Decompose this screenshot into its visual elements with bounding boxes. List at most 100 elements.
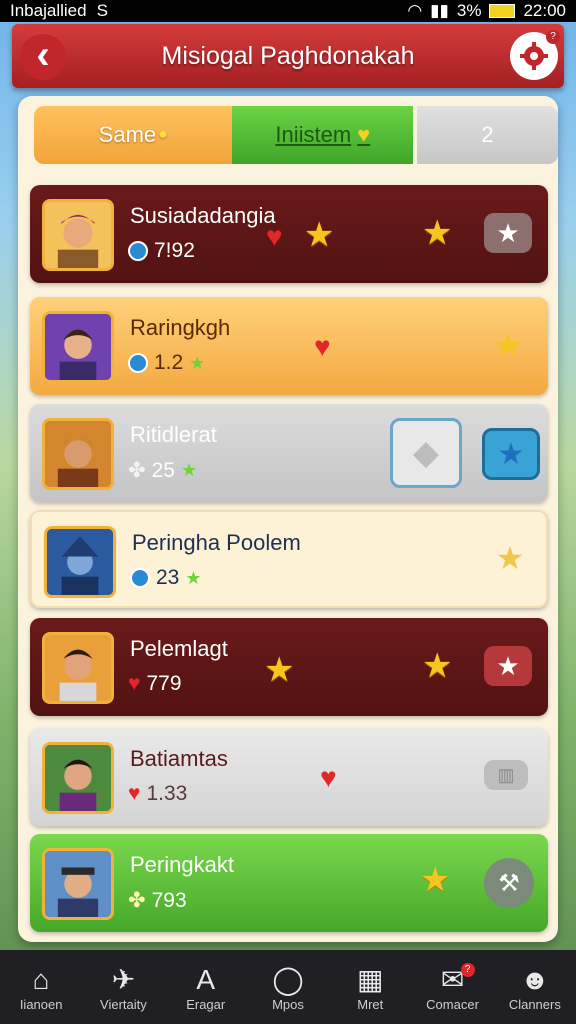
nav-label: Mret — [357, 996, 384, 1012]
star-icon: ★ — [264, 651, 295, 689]
avatar — [42, 742, 114, 814]
player-stat: ♥ 779 — [128, 672, 182, 696]
gear-icon — [520, 42, 548, 70]
player-name: Pelemlagt — [130, 636, 228, 661]
list-item[interactable]: Ritidlerat ✤ 25 ★ ◆ ★ — [30, 404, 548, 502]
player-stat: 23 ★ — [130, 566, 202, 590]
player-name: Raringkgh — [130, 315, 231, 340]
star-icon: ★ — [420, 861, 451, 899]
list-item[interactable]: Batiamtas ♥ 1.33 ♥ ▥ — [30, 728, 548, 826]
player-stat: 7!92 — [128, 239, 195, 263]
rocket-icon: ✈ — [111, 963, 136, 995]
avatar — [44, 526, 116, 598]
favorite-button[interactable]: ★ — [484, 213, 532, 253]
tab-iniistem[interactable]: Iniistem ♥ — [232, 106, 414, 164]
heart-icon: ♥ — [128, 672, 141, 695]
player-stat: ♥ 1.33 — [128, 782, 187, 806]
back-arrow-icon: ‹ — [36, 33, 50, 77]
tab-label: 2 — [481, 122, 494, 147]
player-name: Batiamtas — [130, 746, 228, 771]
star-icon: ★ — [497, 437, 525, 471]
tab-label: Same — [98, 122, 157, 147]
heart-icon: ♥ — [266, 221, 283, 252]
item-box-button[interactable]: ◆ — [390, 418, 462, 488]
nav-variety[interactable]: ✈ Viertaity — [83, 963, 163, 1012]
heart-icon: ♥ — [320, 762, 337, 793]
page-title: Misiogal Paghdonakah — [161, 41, 415, 70]
nav-label: Mpos — [272, 996, 304, 1012]
star-icon: ★ — [496, 217, 520, 248]
list-item[interactable]: Raringkgh 1.2 ★ ♥ ★ — [30, 297, 548, 395]
more-button[interactable]: ▥ — [484, 760, 528, 790]
list-item[interactable]: Susiadadangia 7!92 ♥ ★ ★ ★ — [30, 185, 548, 283]
stat-value: 793 — [151, 888, 187, 912]
avatar — [42, 632, 114, 704]
player-name: Susiadadangia — [130, 203, 276, 228]
battery-icon — [489, 4, 516, 18]
notification-badge: ? — [460, 962, 475, 977]
list-item[interactable]: Peringkakt ✤ 793 ★ ⚒ — [30, 834, 548, 932]
star-icon: ★ — [304, 216, 335, 254]
clover-icon: ✤ — [128, 459, 146, 482]
letter-a-icon: A — [196, 963, 216, 995]
stat-value: 779 — [146, 672, 182, 695]
ticket-icon: ▥ — [497, 764, 515, 785]
green-star-icon: ★ — [189, 352, 206, 373]
star-icon: ★ — [422, 214, 453, 252]
nav-comacer[interactable]: ✉ ? Comacer — [413, 962, 493, 1012]
heart-icon: ♥ — [314, 331, 331, 362]
action-button[interactable]: ⚒ — [484, 858, 534, 908]
tab-label: Iniistem — [275, 122, 352, 147]
clock: 22:00 — [523, 1, 566, 20]
nav-label: Clanners — [508, 996, 561, 1012]
status-carrier-mark: S — [96, 1, 108, 20]
nav-label: Comacer — [426, 996, 479, 1012]
settings-button[interactable]: ? — [510, 30, 560, 80]
player-stat: ✤ 793 — [128, 888, 187, 913]
grid-icon: ▦ — [357, 963, 384, 995]
nav-label: Eragar — [186, 996, 226, 1012]
chat-icon: ◯ — [272, 963, 304, 995]
list-item[interactable]: Peringha Poolem 23 ★ ★ — [30, 510, 548, 608]
nav-eragar[interactable]: A Eragar — [166, 963, 246, 1012]
battery-percent: 3% — [456, 1, 482, 20]
heart-icon: ♥ — [128, 782, 141, 805]
nav-mret[interactable]: ▦ Mret — [330, 963, 410, 1012]
settings-badge: ? — [546, 30, 560, 44]
nav-home[interactable]: ⌂ Iianoen — [1, 963, 81, 1012]
favorite-button[interactable]: ★ — [482, 428, 540, 480]
favorite-button[interactable]: ★ — [484, 325, 532, 365]
green-star-icon: ★ — [185, 567, 202, 588]
player-name: Ritidlerat — [130, 422, 217, 447]
status-bar: Inbajallied S ◠ ▮▮ 3% 22:00 — [0, 0, 576, 22]
home-icon: ⌂ — [32, 963, 50, 995]
signal-icon: ▮▮ — [430, 1, 449, 20]
avatar — [42, 199, 114, 271]
favorite-button[interactable]: ★ — [484, 646, 532, 686]
gem-icon — [130, 568, 150, 588]
coin-icon: ● — [158, 126, 168, 143]
stat-value: 7!92 — [154, 239, 195, 262]
stat-value: 1.2 — [154, 351, 184, 374]
stat-value: 1.33 — [146, 782, 188, 805]
clover-icon: ✤ — [128, 889, 146, 912]
gem-icon — [128, 353, 148, 373]
list-item[interactable]: Pelemlagt ♥ 779 ★ ★ ★ — [30, 618, 548, 716]
player-name: Peringkakt — [130, 852, 234, 877]
favorite-button[interactable]: ★ — [486, 538, 534, 578]
tab-same[interactable]: Same ● — [34, 106, 233, 164]
heart-icon: ♥ — [357, 122, 371, 147]
avatar — [42, 848, 114, 920]
back-button[interactable]: ‹ — [20, 34, 66, 80]
tab-count[interactable]: 2 — [417, 106, 558, 164]
player-stat: 1.2 ★ — [128, 351, 205, 375]
wifi-icon: ◠ — [407, 1, 423, 20]
player-name: Peringha Poolem — [132, 530, 301, 555]
nav-mpos[interactable]: ◯ Mpos — [248, 963, 328, 1012]
nav-clanners[interactable]: ☻ Clanners — [495, 963, 575, 1012]
status-left-text: Inbajallied — [10, 1, 87, 20]
main-panel: Same ● Iniistem ♥ 2 Susiadadangia 7!92 ♥… — [18, 96, 558, 942]
star-icon: ★ — [496, 650, 520, 681]
avatar — [42, 418, 114, 490]
profile-icon: ☻ — [520, 963, 550, 995]
